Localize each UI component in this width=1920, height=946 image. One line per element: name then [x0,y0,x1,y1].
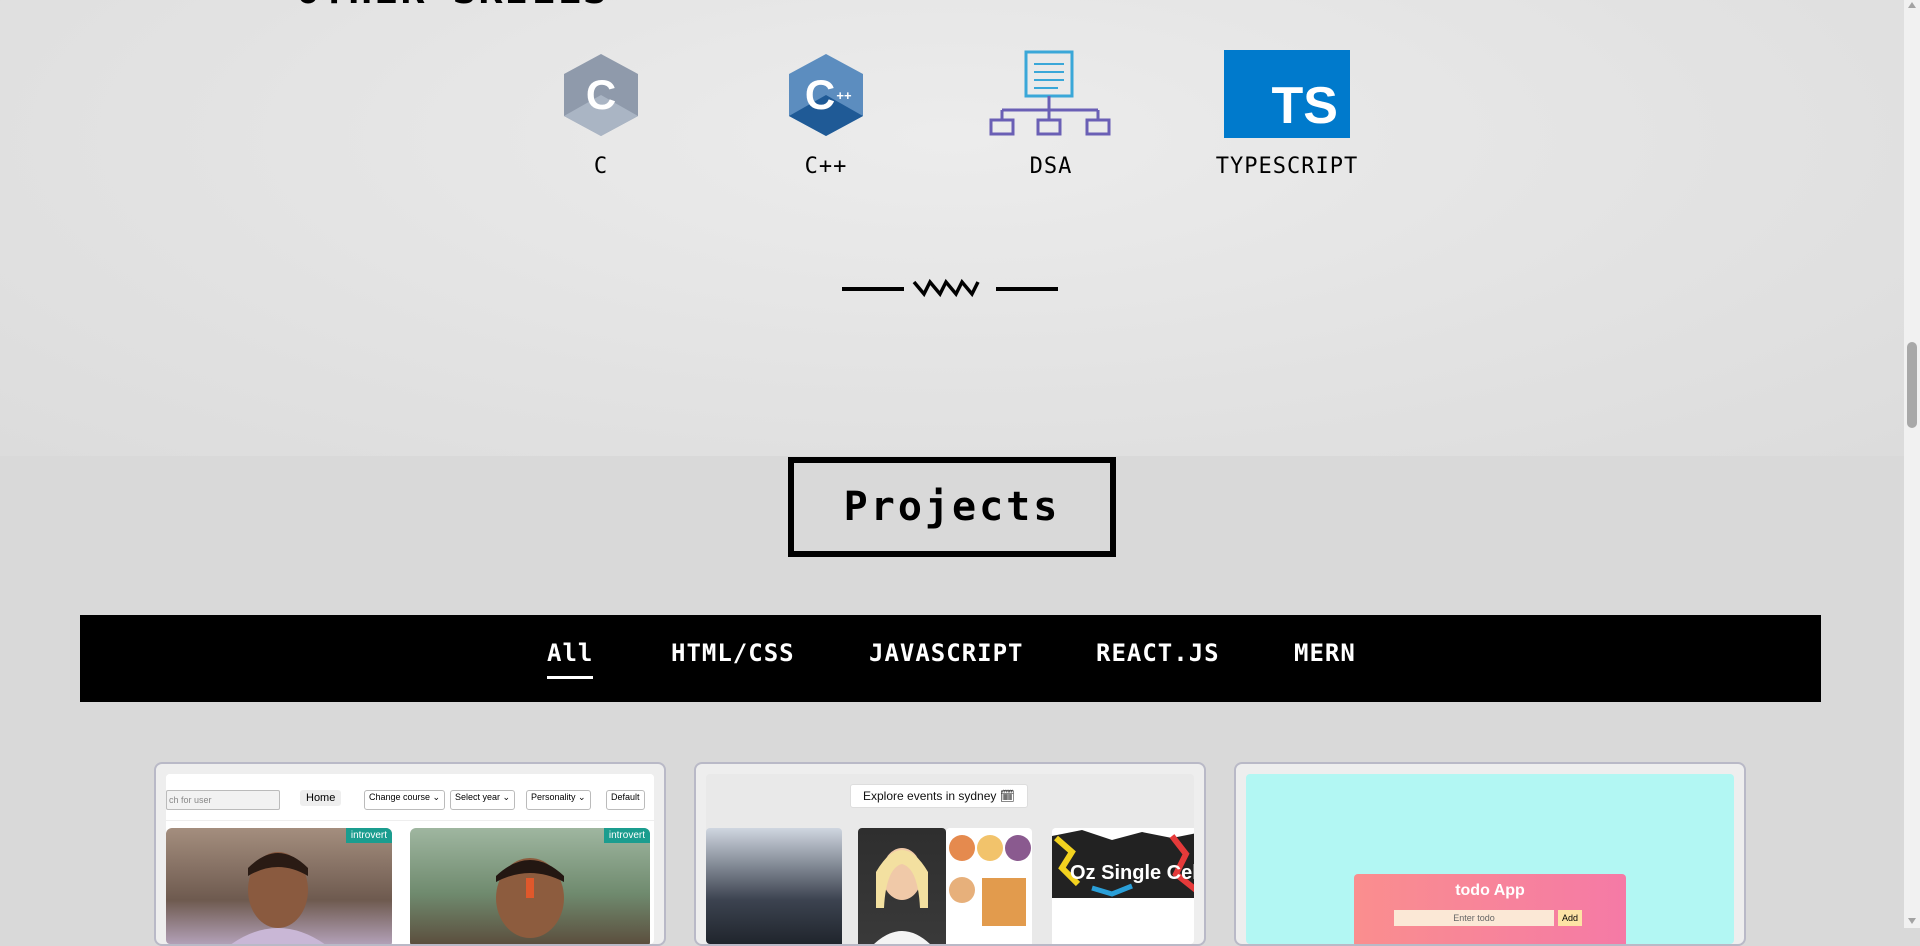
typescript-icon: TS [1192,48,1382,138]
person-photo-icon [231,852,325,944]
preview-topbar: ch for user Home Change course ⌄ Select … [166,774,654,821]
filter-tab-html-css[interactable]: HTML/CSS [671,639,795,667]
todo-input: Enter todo [1394,910,1554,926]
scroll-down-arrow-icon[interactable] [1908,918,1916,924]
c-language-icon: C [506,48,696,138]
person-photo-icon [496,858,564,938]
illustration-icon [949,835,1031,926]
event-thumbnail-illustration [946,828,1032,944]
preview-home-button: Home [300,790,342,806]
event-thumbnail-banner: Oz Single Cel [1052,828,1194,944]
project-card-preview: ch for user Home Change course ⌄ Select … [166,774,654,944]
skills-heading: OTHER SKILLS [296,0,609,10]
scrollbar-thumb[interactable] [1907,342,1917,428]
filter-tab-javascript[interactable]: JAVASCRIPT [869,639,1024,667]
filter-tab-mern[interactable]: MERN [1294,639,1356,667]
todo-app-panel: todo App Enter todo Add [1354,874,1626,944]
skill-c: C C [506,48,696,179]
preview-explore-button: Explore events in sydney 🗓 [850,784,1028,808]
cpp-language-icon: C ++ [731,48,921,138]
preview-profile-photo: introvert [410,828,650,944]
skill-name: DSA [1029,154,1073,179]
todo-app-title: todo App [1455,882,1525,899]
preview-select: Change course ⌄ [364,790,446,810]
introvert-badge: introvert [603,828,650,843]
preview-search-input: ch for user [166,790,280,810]
colorful-banner-icon [1052,828,1194,944]
page-scrollbar[interactable] [1904,0,1920,928]
project-card-preview: Explore events in sydney 🗓 Oz Single Cel [706,774,1194,944]
event-thumbnail-portrait [858,828,946,944]
section-divider-icon [842,278,1058,298]
skills-section: OTHER SKILLS C C C ++ C++ [0,0,1904,456]
project-card-1[interactable]: ch for user Home Change course ⌄ Select … [154,762,666,946]
skill-typescript: TS TYPESCRIPT [1192,48,1382,179]
filter-tab-react[interactable]: REACT.JS [1096,639,1220,667]
project-card-preview: todo App Enter todo Add [1246,774,1734,944]
preview-select: Default [606,790,645,810]
skill-dsa: DSA [956,48,1146,179]
todo-add-button: Add [1558,910,1582,926]
svg-text:C: C [805,71,835,118]
project-card-2[interactable]: Explore events in sydney 🗓 Oz Single Cel [694,762,1206,946]
project-filter-bar: All HTML/CSS JAVASCRIPT REACT.JS MERN [80,615,1821,702]
dsa-tree-icon [956,48,1146,138]
svg-text:++: ++ [836,88,852,103]
scroll-up-arrow-icon[interactable] [1908,2,1916,8]
skill-name: C [593,154,609,179]
preview-select: Select year ⌄ [450,790,516,810]
event-thumbnail-crowd [706,828,842,944]
banner-text: Oz Single Cel [1070,862,1194,884]
project-card-3[interactable]: todo App Enter todo Add [1234,762,1746,946]
person-photo-icon [874,848,930,944]
projects-title: Projects [788,457,1116,557]
skill-name: C++ [804,154,848,179]
skill-name: TYPESCRIPT [1215,154,1359,179]
introvert-badge: introvert [345,828,392,843]
filter-tab-all[interactable]: All [547,639,594,679]
svg-text:C: C [586,71,616,118]
preview-profile-photo: introvert [166,828,392,944]
skill-cpp: C ++ C++ [731,48,921,179]
typescript-logo-text: TS [1271,77,1338,135]
preview-select: Personality ⌄ [526,790,591,810]
